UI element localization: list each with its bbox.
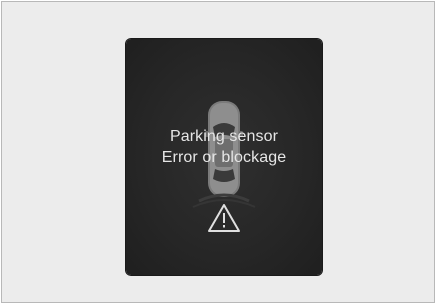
cluster-display: Parking sensor Error or blockage [126, 39, 322, 275]
warning-triangle-icon [208, 204, 240, 232]
message-line-2: Error or blockage [161, 149, 287, 166]
sensor-wave-icon [192, 193, 256, 232]
image-frame: Parking sensor Error or blockage [1, 1, 435, 303]
message-line-1: Parking sensor [169, 128, 279, 145]
